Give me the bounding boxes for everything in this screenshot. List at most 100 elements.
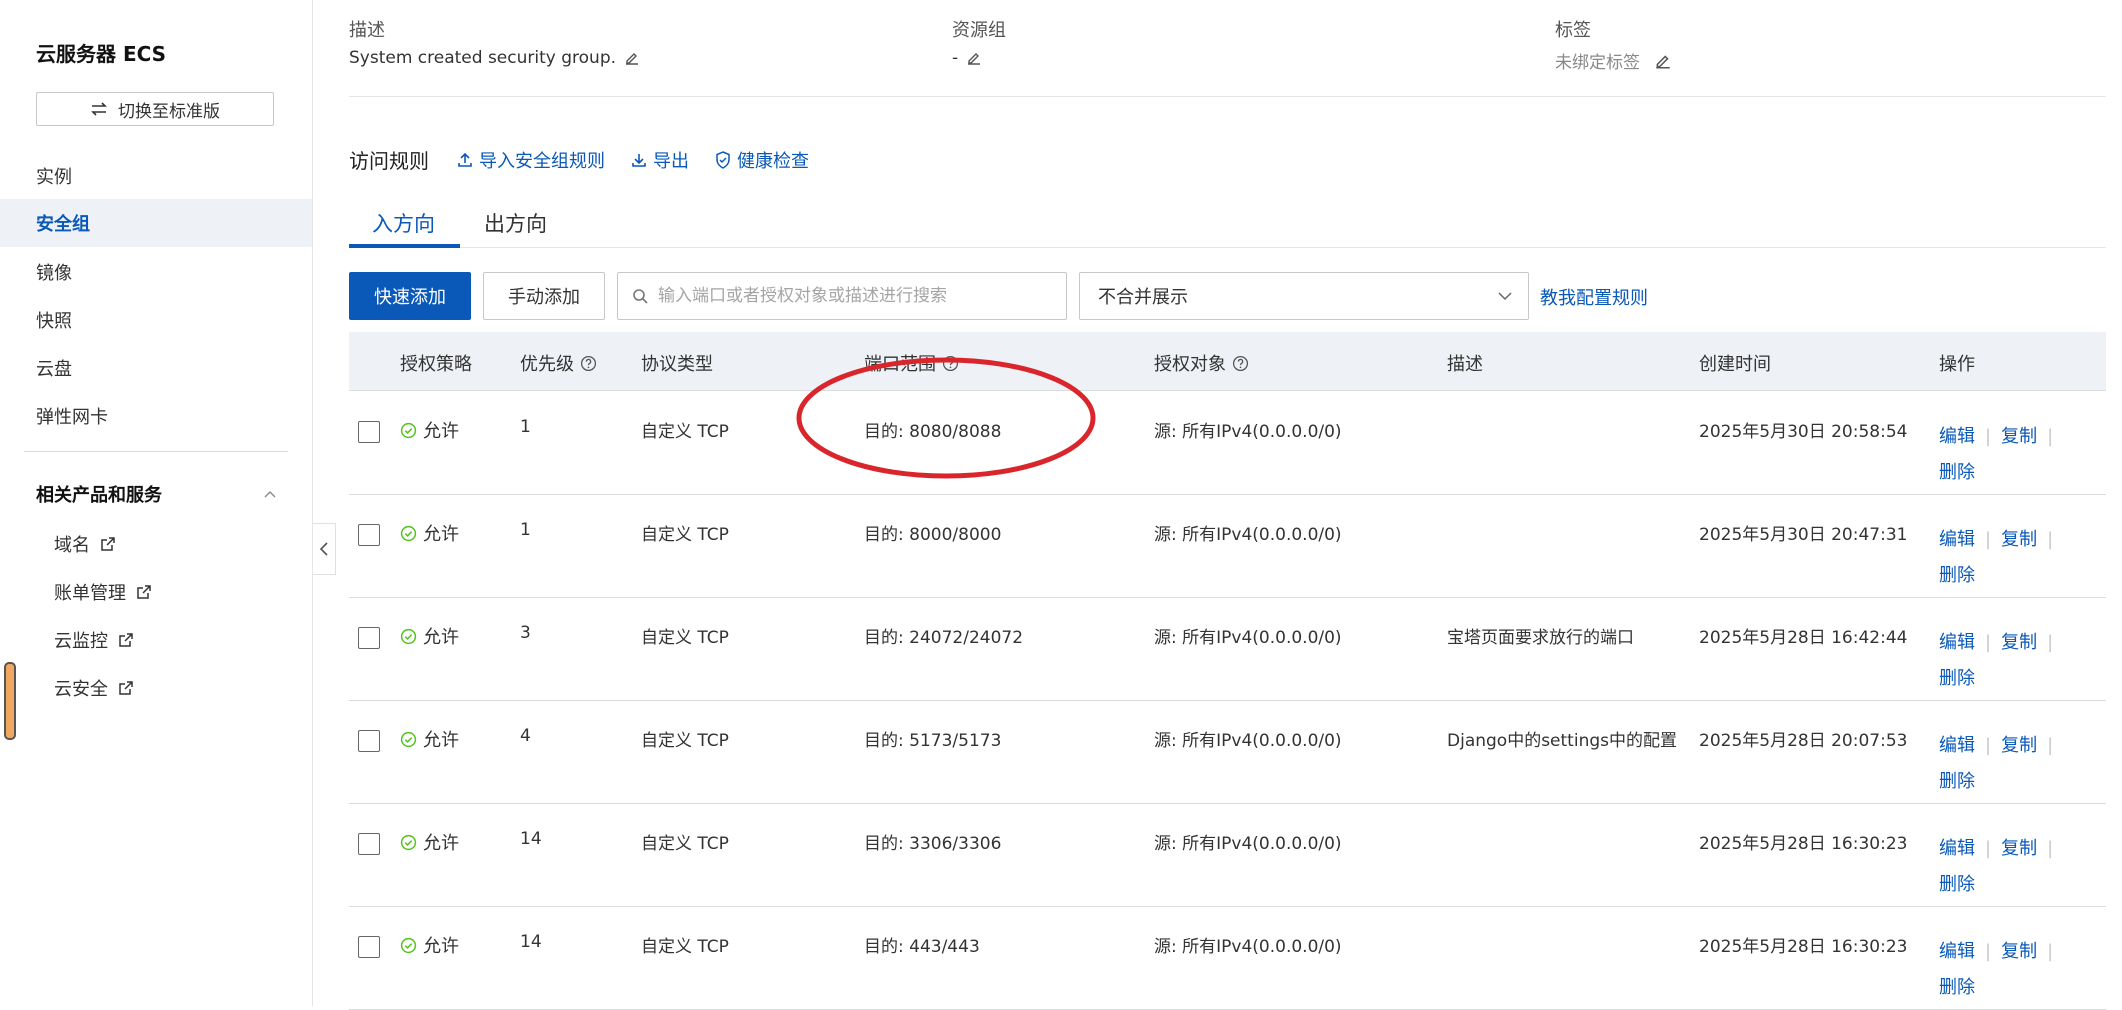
priority-cell: 4 bbox=[520, 726, 531, 746]
policy-cell: 允许 bbox=[400, 417, 459, 443]
scrollbar-thumb[interactable] bbox=[4, 662, 16, 740]
delete-link[interactable]: 删除 bbox=[1939, 771, 1975, 792]
th-label: 授权对象 bbox=[1154, 354, 1226, 375]
copy-link[interactable]: 复制 bbox=[2001, 632, 2037, 653]
edit-link[interactable]: 编辑 bbox=[1939, 632, 1975, 653]
external-link-icon bbox=[137, 585, 151, 599]
merge-display-select[interactable]: 不合并展示 bbox=[1079, 272, 1529, 320]
port-range-cell: 目的: 5173/5173 bbox=[864, 731, 1002, 751]
th-protocol: 协议类型 bbox=[641, 350, 713, 376]
priority-cell: 14 bbox=[520, 829, 542, 849]
policy-cell: 允许 bbox=[400, 932, 459, 958]
sidebar-item-disks[interactable]: 云盘 bbox=[36, 355, 72, 381]
tab-outbound[interactable]: 出方向 bbox=[484, 208, 547, 238]
edit-link[interactable]: 编辑 bbox=[1939, 426, 1975, 447]
actions-cell: 编辑 | 复制 | 删除 bbox=[1939, 419, 2079, 491]
edit-link[interactable]: 编辑 bbox=[1939, 838, 1975, 859]
search-icon bbox=[633, 289, 648, 304]
row-checkbox[interactable] bbox=[358, 936, 380, 958]
sidebar-collapse-button[interactable] bbox=[313, 523, 336, 575]
separator: | bbox=[2047, 529, 2054, 550]
sidebar-item-security-group[interactable]: 安全组 bbox=[0, 199, 312, 247]
help-config-link[interactable]: 教我配置规则 bbox=[1540, 284, 1648, 310]
separator: | bbox=[1985, 735, 1992, 756]
quick-add-button[interactable]: 快速添加 bbox=[349, 272, 471, 320]
edit-link[interactable]: 编辑 bbox=[1939, 529, 1975, 550]
related-products-section[interactable]: 相关产品和服务 bbox=[36, 481, 276, 507]
auth-object-cell: 源: 所有IPv4(0.0.0.0/0) bbox=[1154, 937, 1342, 957]
row-checkbox[interactable] bbox=[358, 730, 380, 752]
row-checkbox[interactable] bbox=[358, 524, 380, 546]
link-label: 账单管理 bbox=[54, 583, 126, 604]
auth-object-cell: 源: 所有IPv4(0.0.0.0/0) bbox=[1154, 628, 1342, 648]
sidebar-link-domain[interactable]: 域名 bbox=[54, 531, 116, 557]
tab-inbound[interactable]: 入方向 bbox=[372, 208, 435, 238]
table-row: 允许 3 自定义 TCP 目的: 24072/24072 源: 所有IPv4(0.0.0… bbox=[349, 597, 2106, 701]
help-circle-icon[interactable] bbox=[580, 355, 597, 372]
th-actions: 操作 bbox=[1939, 350, 1975, 376]
help-circle-icon[interactable] bbox=[942, 355, 959, 372]
tag-label: 标签 bbox=[1555, 20, 1591, 41]
sidebar-item-snapshots[interactable]: 快照 bbox=[36, 307, 72, 333]
policy-cell: 允许 bbox=[400, 520, 459, 546]
search-input[interactable] bbox=[656, 285, 1040, 307]
copy-link[interactable]: 复制 bbox=[2001, 735, 2037, 756]
edit-icon[interactable] bbox=[1654, 52, 1672, 70]
actions-cell: 编辑 | 复制 | 删除 bbox=[1939, 934, 2079, 1006]
edit-link[interactable]: 编辑 bbox=[1939, 735, 1975, 756]
actions-cell: 编辑 | 复制 | 删除 bbox=[1939, 831, 2079, 903]
external-link-icon bbox=[101, 537, 115, 551]
edit-link[interactable]: 编辑 bbox=[1939, 941, 1975, 962]
check-circle-icon bbox=[400, 422, 417, 438]
export-link[interactable]: 导出 bbox=[631, 147, 689, 173]
auth-object-cell: 源: 所有IPv4(0.0.0.0/0) bbox=[1154, 834, 1342, 854]
priority-cell: 1 bbox=[520, 417, 531, 437]
import-rules-link[interactable]: 导入安全组规则 bbox=[457, 147, 605, 173]
th-label: 端口范围 bbox=[864, 354, 936, 375]
copy-link[interactable]: 复制 bbox=[2001, 941, 2037, 962]
edit-icon[interactable] bbox=[624, 50, 640, 66]
sidebar-item-images[interactable]: 镜像 bbox=[36, 259, 72, 285]
created-time-cell: 2025年5月30日 20:47:31 bbox=[1699, 525, 1908, 545]
sidebar-link-monitor[interactable]: 云监控 bbox=[54, 627, 134, 653]
delete-link[interactable]: 删除 bbox=[1939, 565, 1975, 586]
th-label: 协议类型 bbox=[641, 354, 713, 375]
copy-link[interactable]: 复制 bbox=[2001, 426, 2037, 447]
check-circle-icon bbox=[400, 628, 417, 644]
edit-icon[interactable] bbox=[966, 50, 982, 66]
th-priority: 优先级 bbox=[520, 350, 597, 376]
priority-cell: 14 bbox=[520, 932, 542, 952]
desc-text: System created security group. bbox=[349, 48, 617, 68]
delete-link[interactable]: 删除 bbox=[1939, 977, 1975, 998]
policy-cell: 允许 bbox=[400, 726, 459, 752]
health-check-link[interactable]: 健康检查 bbox=[715, 147, 809, 173]
policy-text: 允许 bbox=[423, 524, 459, 545]
copy-link[interactable]: 复制 bbox=[2001, 529, 2037, 550]
sidebar-link-billing[interactable]: 账单管理 bbox=[54, 579, 152, 605]
link-label: 域名 bbox=[54, 535, 90, 556]
copy-link[interactable]: 复制 bbox=[2001, 838, 2037, 859]
sidebar-item-instances[interactable]: 实例 bbox=[36, 163, 72, 189]
switch-to-standard-button[interactable]: 切换至标准版 bbox=[36, 92, 274, 126]
separator: | bbox=[1985, 941, 1992, 962]
protocol-cell: 自定义 TCP bbox=[641, 731, 729, 751]
auth-object-cell: 源: 所有IPv4(0.0.0.0/0) bbox=[1154, 422, 1342, 442]
description-cell: 宝塔页面要求放行的端口 bbox=[1447, 628, 1634, 648]
delete-link[interactable]: 删除 bbox=[1939, 874, 1975, 895]
sidebar-item-eni[interactable]: 弹性网卡 bbox=[36, 403, 108, 429]
row-checkbox[interactable] bbox=[358, 421, 380, 443]
policy-text: 允许 bbox=[423, 730, 459, 751]
manual-add-button[interactable]: 手动添加 bbox=[483, 272, 605, 320]
created-time-cell: 2025年5月28日 16:30:23 bbox=[1699, 834, 1908, 854]
th-policy: 授权策略 bbox=[400, 350, 472, 376]
row-checkbox[interactable] bbox=[358, 627, 380, 649]
created-time-cell: 2025年5月30日 20:58:54 bbox=[1699, 422, 1908, 442]
port-range-cell: 目的: 443/443 bbox=[864, 937, 980, 957]
resource-group-value: - bbox=[952, 48, 982, 68]
help-circle-icon[interactable] bbox=[1232, 355, 1249, 372]
table-row: 允许 14 自定义 TCP 目的: 3306/3306 源: 所有IPv4(0.0.0.… bbox=[349, 803, 2106, 907]
delete-link[interactable]: 删除 bbox=[1939, 462, 1975, 483]
delete-link[interactable]: 删除 bbox=[1939, 668, 1975, 689]
sidebar-link-security[interactable]: 云安全 bbox=[54, 675, 134, 701]
row-checkbox[interactable] bbox=[358, 833, 380, 855]
